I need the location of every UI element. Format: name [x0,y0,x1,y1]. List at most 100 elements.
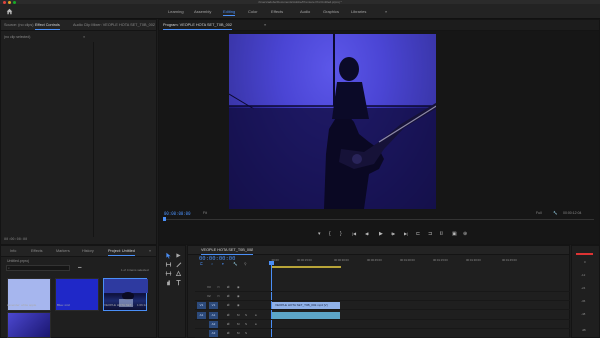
tab-audio-clip-mixer[interactable]: Audio Clip Mixer: VEOPLE HOTA SET_T0B_00… [73,23,155,27]
mark-out-button[interactable]: } [340,231,342,237]
resolution-dropdown[interactable]: Full [536,211,542,215]
go-to-out-button[interactable]: ▶| [404,231,408,237]
add-marker-icon[interactable]: ▾ [222,262,224,266]
ripple-edit-tool-icon[interactable] [165,261,172,268]
wrench-icon[interactable]: 🔧 [553,211,557,215]
workspace-tab-libraries[interactable]: Libraries [351,9,366,14]
timeline-playhead-handle[interactable] [269,261,274,265]
sync-lock-icon[interactable]: ⇌ [227,285,230,289]
workspace-tab-assembly[interactable]: Assembly [194,9,211,14]
hand-tool-icon[interactable] [165,279,172,286]
add-marker-button[interactable]: ▾ [318,231,321,237]
sync-lock-icon[interactable]: ⇌ [227,303,230,307]
pen-tool-icon[interactable] [175,270,182,277]
microphone-icon[interactable]: ● [255,313,257,317]
captions-icon[interactable]: ⚲ [244,262,247,266]
source-timecode[interactable]: 00:00:00:00 [4,237,27,241]
workspace-tab-effects[interactable]: Effects [271,9,283,14]
track-row-a1: A1 A1 ⇌ M S ● [195,311,570,320]
meter-label: -36 [581,299,586,303]
export-frame-button[interactable]: ⌷ [440,231,443,237]
panel-menu-icon[interactable]: ≡ [83,35,85,39]
program-scrubber-track[interactable] [164,219,594,220]
comparison-view-button[interactable]: ▣ [452,231,457,237]
mute-button[interactable]: M [237,313,240,317]
linked-selection-icon[interactable]: ∩ [211,262,214,266]
snap-icon[interactable]: ⊏ [200,262,203,266]
play-button[interactable]: ▶ [379,231,383,237]
tab-info[interactable]: Info [10,249,16,253]
track-select-tool-icon[interactable] [175,252,182,259]
ruler-label: 00:00:15:00 [297,258,312,262]
sync-lock-icon[interactable]: ⇌ [227,294,230,298]
audio-clip[interactable] [272,312,340,319]
video-clip[interactable]: VEOPLE HOTA SET_T0B_002.mp4 [V] [272,302,340,309]
button-editor-icon[interactable]: ⊕ [463,231,467,237]
project-search-input[interactable]: ⌕ [6,265,70,271]
go-to-in-button[interactable]: |◀ [352,231,356,237]
track-target-a2[interactable]: A2 [209,321,218,328]
slip-tool-icon[interactable] [165,270,172,277]
timeline-ruler[interactable]: :00:00 00:00:15:00 00:00:30:00 00:00:45:… [270,255,570,269]
lock-icon[interactable]: ▭ [217,294,220,298]
lock-icon[interactable]: ▭ [217,285,220,289]
timeline-menu-icon[interactable]: ≡ [250,248,252,252]
clip-indicator[interactable] [576,253,593,255]
project-item-label: Lavender: white apple [7,303,37,307]
sync-lock-icon[interactable]: ⇌ [227,313,230,317]
mute-button[interactable]: M [237,322,240,326]
step-forward-button[interactable]: I▶ [391,231,395,237]
solo-button[interactable]: S [245,331,247,335]
selection-tool-icon[interactable] [165,252,172,259]
meter-label: dB [582,328,586,332]
workspace-tab-learning[interactable]: Learning [168,9,184,14]
workspace-tab-color[interactable]: Color [248,9,258,14]
extract-button[interactable]: ⊐ [428,231,432,237]
source-patch-a1[interactable]: A1 [197,312,206,319]
microphone-icon[interactable]: ● [255,322,257,326]
timeline-timecode[interactable]: 00:00:00:00 [199,256,235,262]
sync-lock-icon[interactable]: ⇌ [227,331,230,335]
sync-lock-icon[interactable]: ⇌ [227,322,230,326]
home-icon[interactable] [6,8,13,15]
solo-button[interactable]: S [245,322,247,326]
program-playhead[interactable] [163,217,166,221]
wrench-icon[interactable]: 🔧 [233,262,237,266]
program-playhead-timecode[interactable]: 00:00:00:00 [164,211,191,216]
eye-icon[interactable]: ◉ [237,303,240,307]
workspace-tab-editing[interactable]: Editing [223,9,236,16]
razor-tool-icon[interactable] [175,261,182,268]
track-target-a3[interactable]: A3 [209,330,218,337]
selection-count: 1 of 4 items selected [121,268,149,272]
new-bin-icon[interactable]: ▬ [78,265,82,269]
tab-source[interactable]: Source: (no clips) [4,23,34,27]
tab-sequence[interactable]: VEOPLE HOTA SET_T0B_002 [201,248,254,255]
workspace-tab-graphics[interactable]: Graphics [323,9,339,14]
mark-in-button[interactable]: { [329,231,331,237]
track-target-v1[interactable]: V1 [209,302,218,309]
tab-project[interactable]: Project: Untitled [108,249,135,256]
work-area-bar[interactable] [271,266,341,268]
tab-markers[interactable]: Markers [56,249,70,253]
program-menu-icon[interactable]: ≡ [264,23,266,27]
mute-button[interactable]: M [237,331,240,335]
fit-dropdown[interactable]: Fit [203,211,207,215]
type-tool-icon[interactable] [175,279,182,286]
solo-button[interactable]: S [245,313,247,317]
tab-program[interactable]: Program: VEOPLE HOTA SET_T0B_002 [163,23,232,30]
program-video-frame[interactable] [229,34,436,209]
track-label: V3 [207,285,211,289]
tab-effects[interactable]: Effects [31,249,43,253]
source-patch-v1[interactable]: V1 [197,302,206,309]
track-target-a1[interactable]: A1 [209,312,218,319]
workspace-more-button[interactable]: » [385,9,387,14]
lift-button[interactable]: ⊏ [416,231,420,237]
project-item-thumbnail[interactable] [7,312,51,338]
tab-effect-controls[interactable]: Effect Controls [35,23,60,30]
eye-icon[interactable]: ◉ [237,294,240,298]
tab-history[interactable]: History [82,249,94,253]
eye-icon[interactable]: ◉ [237,285,240,289]
workspace-tab-audio[interactable]: Audio [300,9,310,14]
project-more-button[interactable]: » [149,249,151,253]
step-back-button[interactable]: ◀I [365,231,369,237]
